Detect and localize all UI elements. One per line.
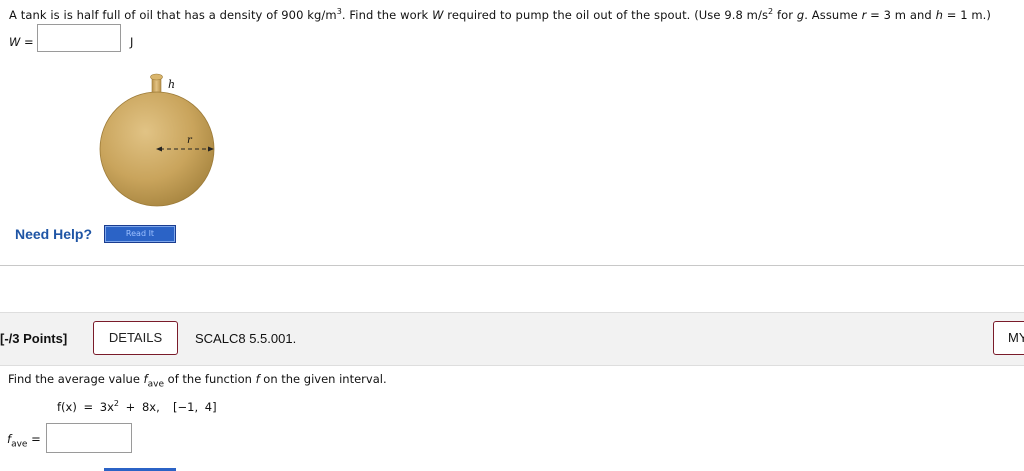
my-notes-button[interactable]: MY xyxy=(993,321,1024,355)
q2-text-part: of the function xyxy=(164,372,256,386)
work-answer-input[interactable] xyxy=(37,24,121,52)
fave-answer-label: fave = xyxy=(7,432,41,450)
q1-text-part: for xyxy=(773,7,797,22)
q1-variable: W xyxy=(432,7,444,22)
q2-text-part: Find the average value xyxy=(8,372,144,386)
function-rhs: + 8x, xyxy=(119,399,160,414)
spherical-tank-figure: h r xyxy=(99,73,215,207)
need-help-label: Need Help? xyxy=(15,226,93,242)
tank-spout-rim xyxy=(150,73,163,81)
q1-text-part: = 1 m.) xyxy=(942,7,992,22)
points-label: [-/3 Points] xyxy=(0,331,68,346)
q1-text-part: A tank is is half full of oil that has a… xyxy=(9,7,337,22)
q2-text-part: on the given interval. xyxy=(259,372,387,386)
question2-text: Find the average value fave of the funct… xyxy=(8,372,387,389)
q1-text-part: = 3 m and xyxy=(866,7,936,22)
details-button[interactable]: DETAILS xyxy=(93,321,178,355)
q1-text-part: . Assume xyxy=(804,7,862,22)
question1-text: A tank is is half full of oil that has a… xyxy=(9,7,991,22)
function-interval: [−1, 4] xyxy=(173,399,217,414)
height-label: h xyxy=(168,78,175,91)
q1-variable: h xyxy=(935,7,943,22)
work-unit-label: J xyxy=(130,35,134,49)
read-it-button[interactable]: Read It xyxy=(104,225,176,243)
problem-code: SCALC8 5.5.001. xyxy=(195,331,297,346)
function-definition: f(x) = 3x2 + 8x, [−1, 4] xyxy=(57,399,217,414)
section-divider xyxy=(0,265,1024,266)
q1-text-part: required to pump the oil out of the spou… xyxy=(443,7,769,22)
function-lhs: f(x) = 3x xyxy=(57,399,114,414)
q1-text-part: . Find the work xyxy=(341,7,433,22)
work-answer-label: W = xyxy=(9,35,34,49)
fave-answer-input[interactable] xyxy=(46,423,132,453)
fave-symbol: fave xyxy=(143,372,164,390)
